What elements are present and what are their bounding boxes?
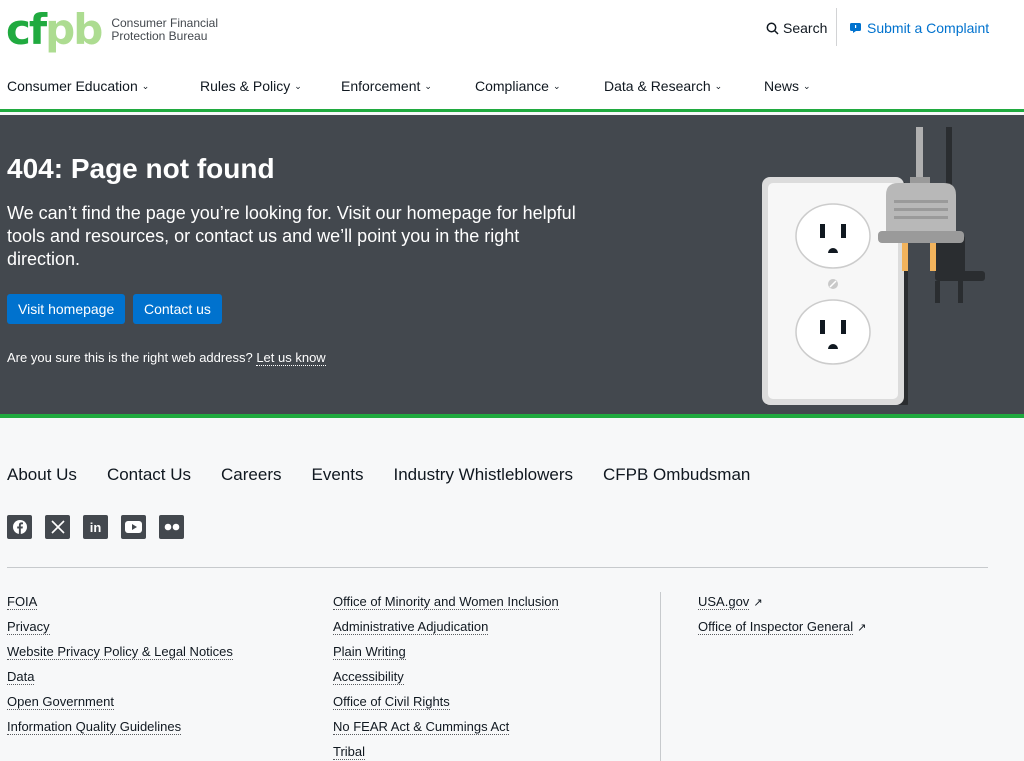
footer-link-administrative-adjudication[interactable]: Administrative Adjudication [333,619,489,635]
contact-us-button[interactable]: Contact us [133,294,222,324]
facebook-icon[interactable] [7,515,32,539]
footer-link-plain-writing[interactable]: Plain Writing [333,644,406,660]
footer-link-information-quality[interactable]: Information Quality Guidelines [7,719,182,735]
unplugged-outlet-illustration [762,127,985,405]
footer-link-ombudsman[interactable]: CFPB Ombudsman [603,465,750,485]
chevron-down-icon: ⌄ [803,80,811,91]
footer-link-tribal[interactable]: Tribal [333,744,366,760]
chevron-down-icon: ⌄ [714,80,723,91]
error-hero: 404: Page not found We can’t find the pa… [0,115,1024,418]
search-label: Search [783,20,828,36]
nav-enforcement[interactable]: Enforcement ⌄ [341,78,432,94]
external-link-icon: ↗ [753,596,763,609]
page-title: 404: Page not found [7,153,275,184]
footer-link-usa-gov-row: USA.gov ↗ [698,594,866,610]
error-description: We can’t find the page you’re looking fo… [7,203,576,269]
chevron-down-icon: ⌄ [424,80,432,91]
footer-link-whistleblowers[interactable]: Industry Whistleblowers [393,465,573,485]
x-icon[interactable] [45,515,70,539]
footer-link-website-privacy[interactable]: Website Privacy Policy & Legal Notices [7,644,233,660]
footer-link-accessibility[interactable]: Accessibility [333,669,404,685]
complaint-icon [850,23,861,33]
chevron-down-icon: ⌄ [294,80,302,91]
nav-rules-policy[interactable]: Rules & Policy ⌄ [200,78,302,94]
main-nav: Consumer Education ⌄ Rules & Policy ⌄ Enfo… [0,78,1024,102]
header-divider [836,8,837,46]
address-check-note: Are you sure this is the right web addre… [7,350,326,366]
footer-link-data[interactable]: Data [7,669,35,685]
footer-nav: About Us Contact Us Careers Events Indus… [7,465,750,485]
footer-divider [7,567,988,568]
footer-link-usa-gov[interactable]: USA.gov [698,594,750,610]
footer-link-civil-rights[interactable]: Office of Civil Rights [333,694,450,710]
nav-data-research[interactable]: Data & Research ⌄ [604,78,722,94]
footer-link-about-us[interactable]: About Us [7,465,77,485]
nav-news[interactable]: News ⌄ [764,78,811,94]
site-header: cfpb Consumer Financial Protection Burea… [0,0,1024,112]
footer-link-events[interactable]: Events [312,465,364,485]
footer-link-oig-row: Office of Inspector General ↗ [698,619,866,635]
nav-consumer-education[interactable]: Consumer Education ⌄ [7,78,149,94]
footer-link-no-fear-act[interactable]: No FEAR Act & Cummings Act [333,719,510,735]
linkedin-icon[interactable]: in [83,515,108,539]
youtube-icon[interactable] [121,515,146,539]
footer-column-2: Office of Minority and Women Inclusion A… [333,594,559,760]
social-links: in [7,515,184,539]
flickr-icon[interactable] [159,515,184,539]
chevron-down-icon: ⌄ [141,80,150,91]
chevron-down-icon: ⌄ [552,80,561,91]
footer-link-privacy[interactable]: Privacy [7,619,50,635]
search-button[interactable]: Search [766,20,827,36]
footer-link-omwi[interactable]: Office of Minority and Women Inclusion [333,594,559,610]
footer-column-divider [660,592,661,761]
footer-link-careers[interactable]: Careers [221,465,281,485]
complaint-label: Submit a Complaint [867,20,990,36]
external-link-icon: ↗ [857,621,867,634]
search-icon [766,22,779,35]
footer-link-inspector-general[interactable]: Office of Inspector General [698,619,854,635]
let-us-know-link[interactable]: Let us know [256,350,326,366]
logo-mark: cfpb [6,5,103,54]
cfpb-logo[interactable]: cfpb Consumer Financial Protection Burea… [6,5,221,54]
nav-compliance[interactable]: Compliance ⌄ [475,78,560,94]
footer-link-foia[interactable]: FOIA [7,594,38,610]
footer-link-contact-us[interactable]: Contact Us [107,465,191,485]
footer-column-3: USA.gov ↗ Office of Inspector General ↗ [698,594,866,635]
footer-column-1: FOIA Privacy Website Privacy Policy & Le… [7,594,233,735]
visit-homepage-button[interactable]: Visit homepage [7,294,126,324]
submit-complaint-link[interactable]: Submit a Complaint [850,20,989,36]
footer-link-open-government[interactable]: Open Government [7,694,114,710]
logo-text: Consumer Financial Protection Bureau [111,16,219,43]
